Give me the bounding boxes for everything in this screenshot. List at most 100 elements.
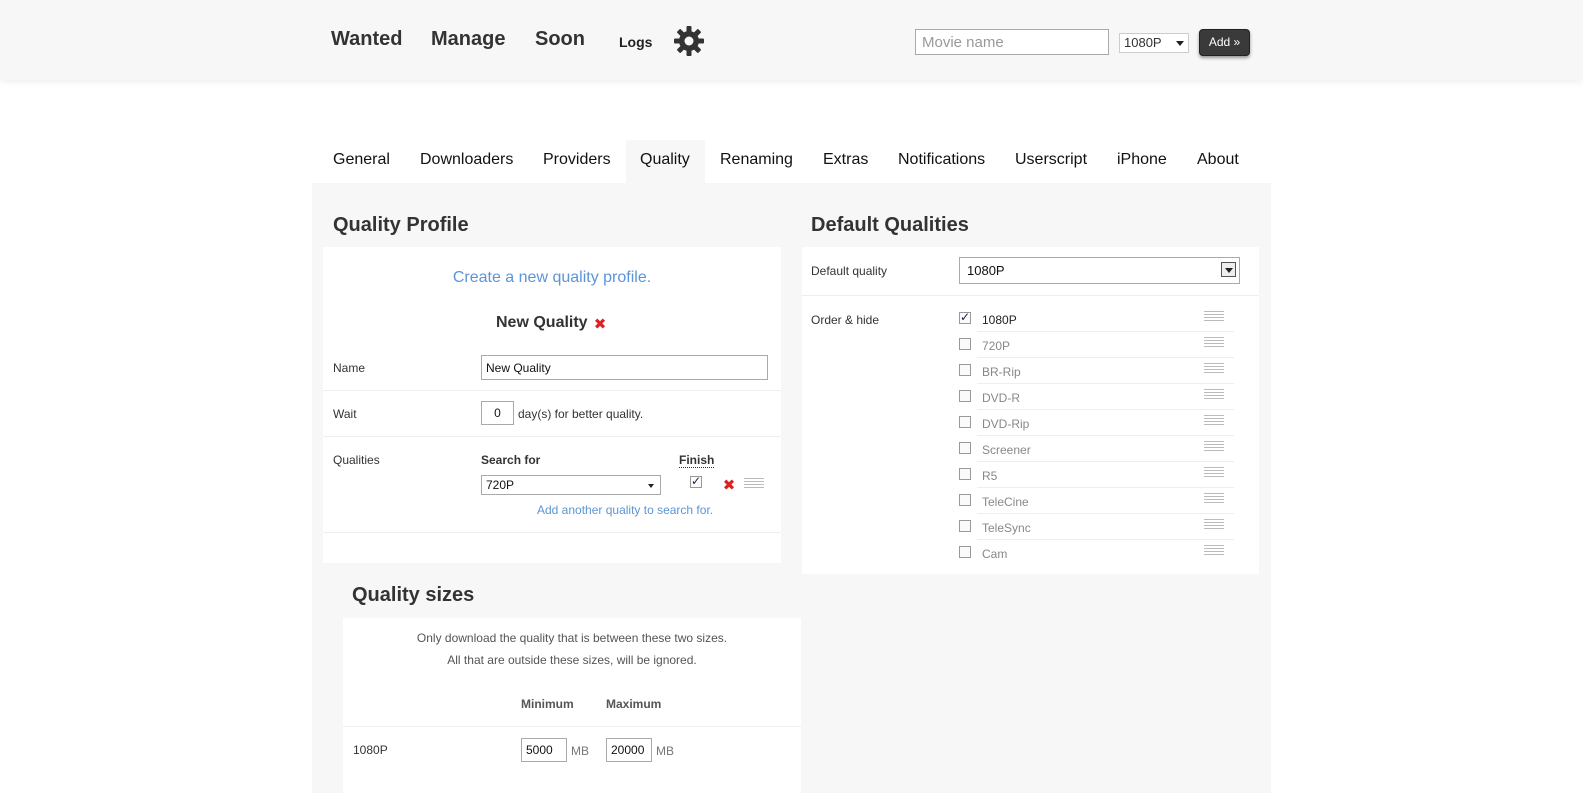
tab-extras[interactable]: Extras <box>823 140 868 183</box>
tab-quality[interactable]: Quality <box>626 140 705 183</box>
tab-notifications[interactable]: Notifications <box>898 140 985 183</box>
drag-handle-icon[interactable] <box>1204 465 1224 481</box>
quality-item-label: R5 <box>982 469 998 483</box>
drag-handle-icon[interactable] <box>1204 387 1224 403</box>
chevron-down-icon <box>1221 262 1236 277</box>
quality-profile-title: Quality Profile <box>333 214 469 236</box>
delete-profile-icon[interactable]: ✖ <box>593 317 607 332</box>
gear-icon[interactable] <box>673 25 705 57</box>
min-size-input[interactable] <box>521 738 567 762</box>
delete-quality-icon[interactable]: ✖ <box>722 478 736 493</box>
nav-soon[interactable]: Soon <box>535 28 585 51</box>
sizes-desc-2: All that are outside these sizes, will b… <box>447 653 697 667</box>
top-header: Wanted Manage Soon Logs 1080P Add » <box>0 0 1583 80</box>
quality-checkbox-cam[interactable] <box>959 546 971 558</box>
movie-name-input[interactable] <box>915 29 1109 55</box>
order-hide-label: Order & hide <box>811 313 880 327</box>
max-unit: MB <box>656 744 674 758</box>
drag-handle-icon[interactable] <box>1204 491 1224 507</box>
quality-select-value: 1080P <box>1124 35 1162 50</box>
default-quality-select[interactable]: 1080P <box>959 257 1240 284</box>
row-divider <box>977 383 1234 384</box>
quality-item-label: DVD-Rip <box>982 417 1030 431</box>
wait-label: Wait <box>333 407 357 421</box>
row-divider <box>977 487 1234 488</box>
nav-wanted[interactable]: Wanted <box>331 28 402 51</box>
quality-checkbox-telecine[interactable] <box>959 494 971 506</box>
quality-checkbox-telesync[interactable] <box>959 520 971 532</box>
row-divider <box>977 331 1234 332</box>
sizes-desc-1: Only download the quality that is betwee… <box>416 631 728 645</box>
drag-handle-icon[interactable] <box>1204 439 1224 455</box>
tab-general[interactable]: General <box>333 140 400 183</box>
tab-providers[interactable]: Providers <box>543 140 611 183</box>
row-divider <box>977 461 1234 462</box>
quality-checkbox-screener[interactable] <box>959 442 971 454</box>
row-divider <box>977 435 1234 436</box>
wait-suffix: day(s) for better quality. <box>518 407 644 421</box>
quality-checkbox-brrip[interactable] <box>959 364 971 376</box>
min-unit: MB <box>571 744 589 758</box>
drag-handle-icon[interactable] <box>1204 335 1224 351</box>
tab-userscript[interactable]: Userscript <box>1015 140 1087 183</box>
quality-checkbox-r5[interactable] <box>959 468 971 480</box>
default-quality-label: Default quality <box>811 264 888 278</box>
quality-checkbox-720p[interactable] <box>959 338 971 350</box>
quality-item-label: DVD-R <box>982 391 1020 405</box>
wait-days-input[interactable] <box>481 401 514 425</box>
add-another-quality-link[interactable]: Add another quality to search for. <box>537 503 713 517</box>
finish-label: Finish <box>679 453 715 468</box>
drag-handle-icon[interactable] <box>1204 413 1224 429</box>
tab-iphone[interactable]: iPhone <box>1117 140 1167 183</box>
quality-item-label: 1080P <box>982 313 1017 327</box>
tab-about[interactable]: About <box>1197 140 1239 183</box>
row-divider <box>323 390 781 391</box>
drag-handle-icon[interactable] <box>1204 309 1224 325</box>
size-row-label: 1080P <box>353 743 388 757</box>
quality-item-label: Screener <box>982 443 1031 457</box>
name-label: Name <box>333 361 366 375</box>
profile-name-heading: New Quality <box>496 314 588 331</box>
row-divider <box>977 539 1234 540</box>
row-divider <box>977 357 1234 358</box>
drag-handle-icon[interactable] <box>1204 517 1224 533</box>
maximum-label: Maximum <box>606 697 662 711</box>
quality-item-label: TeleSync <box>982 521 1031 535</box>
create-profile-link[interactable]: Create a new quality profile. <box>323 269 781 287</box>
default-qualities-title: Default Qualities <box>811 214 969 236</box>
default-quality-value: 1080P <box>967 263 1005 278</box>
tab-renaming[interactable]: Renaming <box>720 140 793 183</box>
drag-handle-icon[interactable] <box>744 476 764 492</box>
row-divider <box>343 726 801 727</box>
quality-checkbox-1080p[interactable] <box>959 310 971 324</box>
max-size-input[interactable] <box>606 738 652 762</box>
quality-checkbox-dvdr[interactable] <box>959 390 971 402</box>
row-divider <box>977 513 1234 514</box>
drag-handle-icon[interactable] <box>1204 361 1224 377</box>
row-divider <box>323 436 781 437</box>
nav-logs[interactable]: Logs <box>619 34 652 50</box>
search-for-value: 720P <box>486 478 515 492</box>
nav-manage[interactable]: Manage <box>431 28 505 51</box>
quality-item-label: Cam <box>982 547 1008 561</box>
chevron-down-icon <box>648 484 654 488</box>
tab-downloaders[interactable]: Downloaders <box>420 140 513 183</box>
quality-item-label: TeleCine <box>982 495 1029 509</box>
quality-sizes-title: Quality sizes <box>352 584 475 606</box>
search-for-select[interactable]: 720P <box>481 475 661 495</box>
quality-checkbox-dvdrip[interactable] <box>959 416 971 428</box>
row-divider <box>323 532 781 533</box>
quality-select[interactable]: 1080P <box>1119 33 1189 53</box>
add-button[interactable]: Add » <box>1199 29 1250 56</box>
drag-handle-icon[interactable] <box>1204 543 1224 559</box>
search-for-label: Search for <box>481 453 541 467</box>
chevron-down-icon <box>1176 41 1184 46</box>
quality-item-label: BR-Rip <box>982 365 1021 379</box>
row-divider <box>802 295 1259 296</box>
qualities-label: Qualities <box>333 453 380 467</box>
finish-checkbox[interactable] <box>690 474 702 488</box>
minimum-label: Minimum <box>521 697 574 711</box>
quality-item-label: 720P <box>982 339 1011 353</box>
profile-name-input[interactable] <box>481 355 768 380</box>
row-divider <box>977 409 1234 410</box>
